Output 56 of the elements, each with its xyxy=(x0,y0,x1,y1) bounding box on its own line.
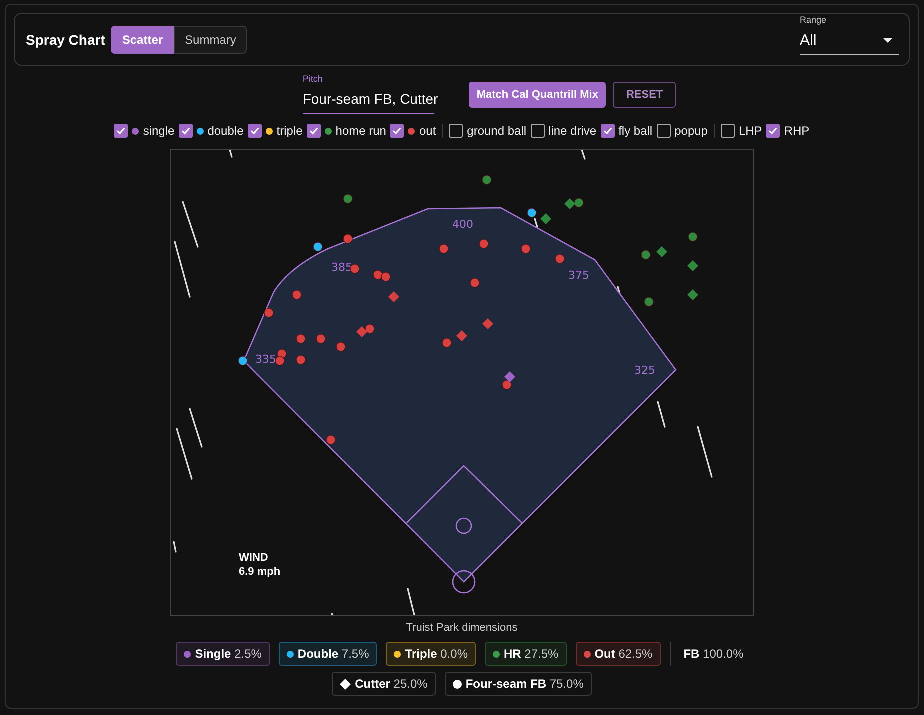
view-tab[interactable]: Scatter xyxy=(111,26,174,54)
checkbox[interactable] xyxy=(114,124,128,138)
pitch-stat: Cutter 25.0% xyxy=(355,677,428,691)
checkbox[interactable] xyxy=(248,124,262,138)
check-icon xyxy=(602,126,613,136)
match-mix-button[interactable]: Match Cal Quantrill Mix xyxy=(468,82,606,108)
filter-label: home run xyxy=(336,124,386,138)
filter-label: single xyxy=(143,124,175,138)
result-stat: Triple 0.0% xyxy=(405,647,468,661)
check-icon xyxy=(308,126,319,136)
distance-label: 375 xyxy=(568,269,590,282)
filter-label: ground ball xyxy=(467,124,527,138)
filter-label: fly ball xyxy=(618,124,653,138)
view-tab[interactable]: Summary xyxy=(174,26,248,54)
filter-label: RHP xyxy=(784,124,810,138)
filter-label: double xyxy=(208,124,244,138)
checkbox[interactable] xyxy=(390,124,404,138)
reset-button[interactable]: RESET xyxy=(613,82,676,108)
distance-label: 325 xyxy=(634,364,656,377)
checkbox[interactable] xyxy=(656,124,671,138)
checkbox[interactable] xyxy=(720,124,735,138)
wind-label: WIND xyxy=(239,551,270,565)
chart-caption: Truist Park dimensions xyxy=(406,622,518,634)
pitch-stat: Four-seam FB 75.0% xyxy=(466,677,584,691)
result-stat: HR 27.5% xyxy=(504,647,559,661)
chart-title: Spray Chart xyxy=(26,32,106,48)
checkbox[interactable] xyxy=(449,124,464,138)
result-stat: Double 7.5% xyxy=(298,647,370,661)
check-icon xyxy=(768,126,778,136)
distance-label: 385 xyxy=(332,261,352,274)
filter-label: popup xyxy=(674,124,708,138)
filter-label: triple xyxy=(276,124,303,138)
diamond-icon xyxy=(340,678,352,690)
circle-icon xyxy=(452,680,462,688)
filter-label: line drive xyxy=(548,124,597,138)
checkbox[interactable] xyxy=(306,124,321,138)
filter-label: LHP xyxy=(738,124,762,138)
checkbox[interactable] xyxy=(766,124,780,138)
pitch-label: Pitch xyxy=(302,74,324,84)
filter-label: out xyxy=(419,124,436,138)
range-select[interactable]: All xyxy=(800,28,899,54)
checkbox[interactable] xyxy=(178,124,193,138)
checkbox[interactable] xyxy=(530,124,545,138)
batted-ball-stat: FB 100.0% xyxy=(682,647,745,661)
check-icon xyxy=(180,126,191,136)
result-stat: Single 2.5% xyxy=(195,647,262,661)
wind-speed: 6.9 mph xyxy=(239,565,281,579)
check-icon xyxy=(392,126,402,136)
check-icon xyxy=(250,126,260,136)
result-stat: Out 62.5% xyxy=(594,647,653,661)
check-icon xyxy=(116,126,126,136)
range-label: Range xyxy=(800,14,828,24)
checkbox[interactable] xyxy=(600,124,615,138)
caret-icon xyxy=(883,38,893,42)
distance-label: 335 xyxy=(256,353,276,366)
distance-label: 400 xyxy=(452,218,474,231)
